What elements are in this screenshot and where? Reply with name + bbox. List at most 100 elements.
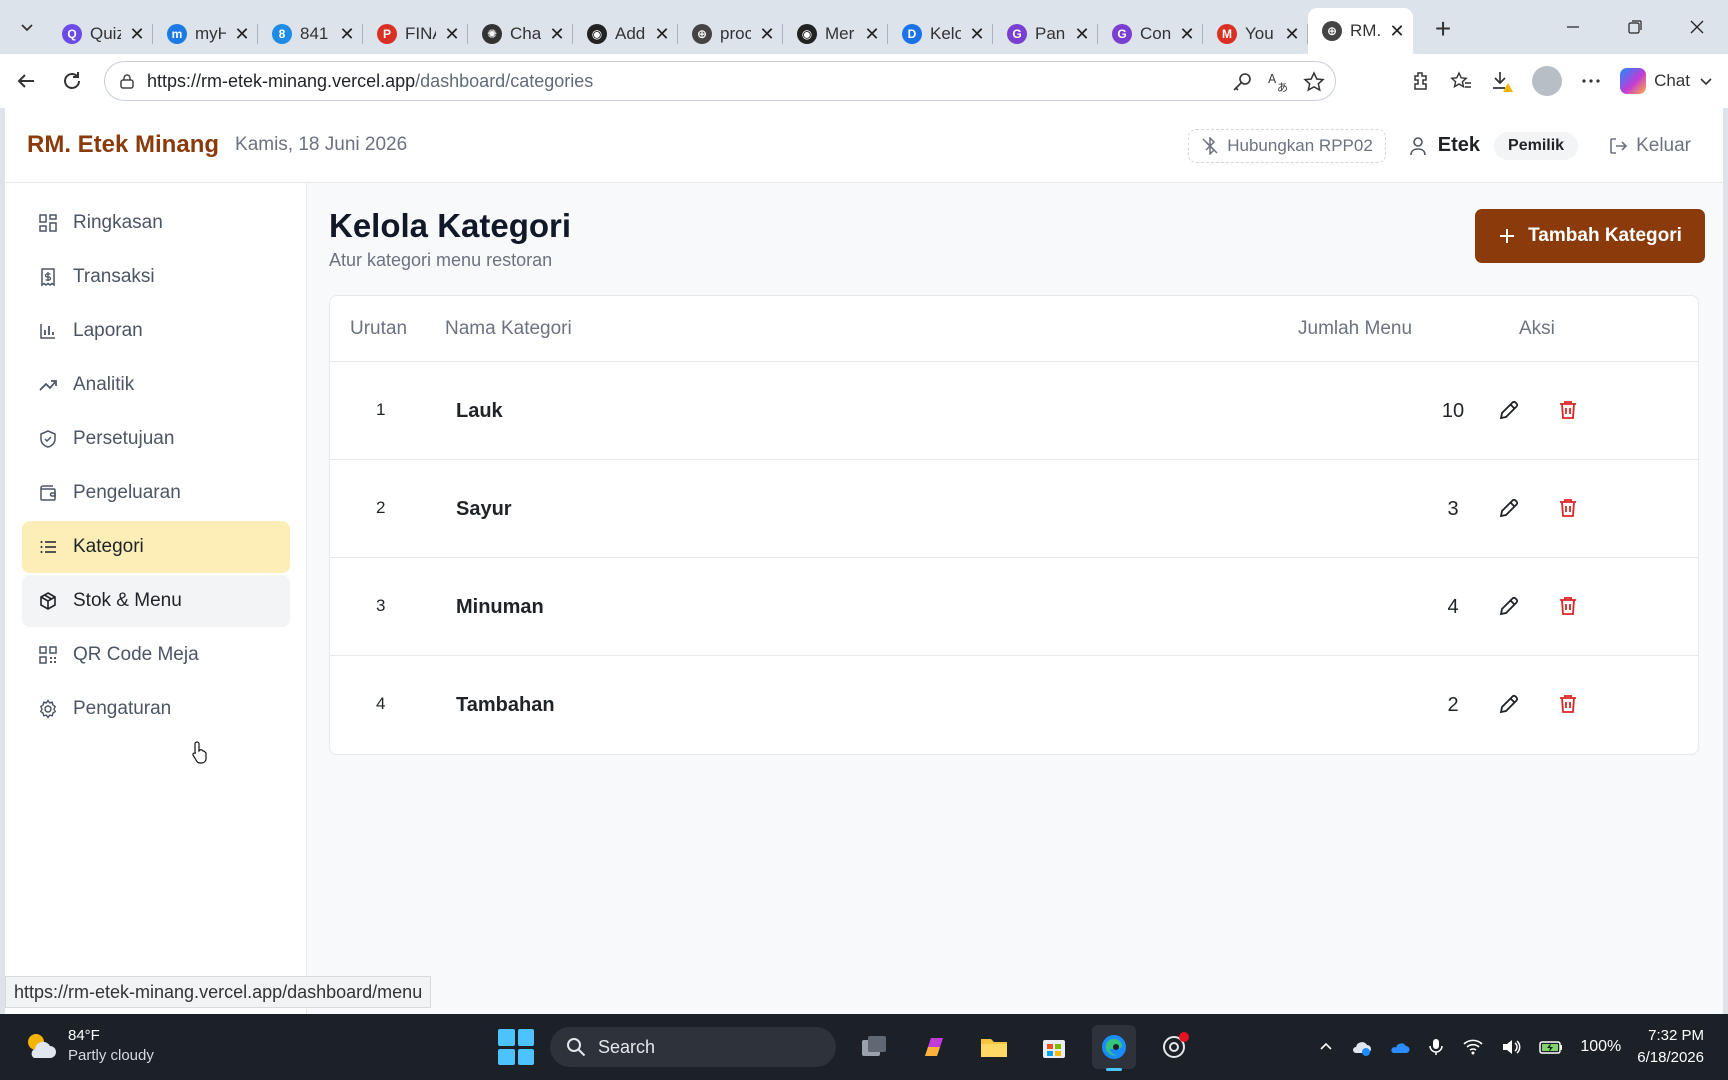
sidebar-item-label: Laporan xyxy=(73,320,143,341)
microphone-icon[interactable] xyxy=(1426,1037,1446,1057)
sidebar-item-laporan[interactable]: Laporan xyxy=(22,305,290,357)
key-icon[interactable] xyxy=(1231,71,1253,93)
close-tab-icon[interactable]: ✕ xyxy=(1074,24,1090,45)
clock[interactable]: 7:32 PM 6/18/2026 xyxy=(1637,1025,1704,1069)
brand-logo[interactable]: RM. Etek Minang xyxy=(27,131,219,159)
trash-icon[interactable] xyxy=(1556,692,1580,716)
grid-icon xyxy=(39,214,57,232)
back-button[interactable] xyxy=(6,61,46,101)
sidebar-item-ringkasan[interactable]: Ringkasan xyxy=(22,197,290,249)
copilot-app[interactable] xyxy=(912,1025,956,1069)
browser-tab[interactable]: m myH ✕ xyxy=(153,14,258,54)
sidebar-item-analitik[interactable]: Analitik xyxy=(22,359,290,411)
trash-icon[interactable] xyxy=(1556,398,1580,422)
close-tab-icon[interactable]: ✕ xyxy=(969,24,985,45)
browser-tab[interactable]: ⊕ proc ✕ xyxy=(678,14,783,54)
minimize-button[interactable] xyxy=(1542,0,1604,54)
edit-pencil-icon[interactable] xyxy=(1497,496,1521,520)
restore-button[interactable] xyxy=(1604,0,1666,54)
table-row: 4 Tambahan 2 xyxy=(330,656,1698,754)
browser-tab[interactable]: ⊕ RM. ✕ xyxy=(1308,8,1413,54)
browser-tab[interactable]: ◉ Mer ✕ xyxy=(783,14,888,54)
browser-tab[interactable]: G Pan ✕ xyxy=(993,14,1098,54)
address-bar[interactable]: https://rm-etek-minang.vercel.app/dashbo… xyxy=(104,61,1336,101)
sidebar-item-stok-menu[interactable]: Stok & Menu xyxy=(22,575,290,627)
taskbar-search[interactable]: Search xyxy=(550,1027,836,1067)
tab-title: FINA xyxy=(405,24,436,43)
close-tab-icon[interactable]: ✕ xyxy=(129,24,145,45)
close-window-button[interactable] xyxy=(1666,0,1728,54)
sidebar-item-qr-code-meja[interactable]: QR Code Meja xyxy=(22,629,290,681)
start-button[interactable] xyxy=(498,1029,534,1065)
translate-icon[interactable]: Aあ xyxy=(1267,71,1289,93)
close-tab-icon[interactable]: ✕ xyxy=(549,24,565,45)
more-options-icon[interactable] xyxy=(1580,70,1602,92)
reload-button[interactable] xyxy=(52,61,92,101)
trash-icon[interactable] xyxy=(1556,496,1580,520)
edit-pencil-icon[interactable] xyxy=(1497,594,1521,618)
close-tab-icon[interactable]: ✕ xyxy=(1389,21,1405,42)
wifi-icon[interactable] xyxy=(1462,1036,1484,1058)
extensions-icon[interactable] xyxy=(1410,70,1432,92)
browser-tab[interactable]: 8 841 ✕ xyxy=(258,14,363,54)
add-category-button[interactable]: Tambah Kategori xyxy=(1475,209,1705,263)
sidebar-item-pengaturan[interactable]: Pengaturan xyxy=(22,683,290,735)
categories-table: Urutan Nama Kategori Jumlah Menu Aksi 1 L… xyxy=(329,295,1699,755)
copilot-chat-button[interactable]: Chat xyxy=(1620,68,1714,94)
package-icon xyxy=(40,592,56,610)
browser-tab[interactable]: P FINA ✕ xyxy=(363,14,468,54)
close-tab-icon[interactable]: ✕ xyxy=(234,24,250,45)
browser-tab[interactable]: D Kelo ✕ xyxy=(888,14,993,54)
plus-icon xyxy=(1500,229,1515,243)
sidebar-item-transaksi[interactable]: Transaksi xyxy=(22,251,290,303)
file-explorer-app[interactable] xyxy=(972,1025,1016,1069)
globe-icon: ⊕ xyxy=(692,24,712,44)
browser-tab[interactable]: Q Quiz ✕ xyxy=(48,14,153,54)
connect-printer-button[interactable]: Hubungkan RPP02 xyxy=(1188,128,1386,163)
header-order: Urutan xyxy=(350,318,408,339)
chatgpt-app[interactable] xyxy=(1152,1025,1196,1069)
edit-pencil-icon[interactable] xyxy=(1497,692,1521,716)
star-icon[interactable] xyxy=(1303,71,1325,93)
chevron-up-icon[interactable] xyxy=(1318,1039,1334,1055)
favorites-icon[interactable] xyxy=(1450,70,1472,92)
browser-tab[interactable]: ◉ Add ✕ xyxy=(573,14,678,54)
close-tab-icon[interactable]: ✕ xyxy=(1284,24,1300,45)
close-tab-icon[interactable]: ✕ xyxy=(444,24,460,45)
browser-tab[interactable]: G Con ✕ xyxy=(1098,14,1203,54)
close-tab-icon[interactable]: ✕ xyxy=(654,24,670,45)
sidebar-item-persetujuan[interactable]: Persetujuan xyxy=(22,413,290,465)
header-actions: Aksi xyxy=(1519,318,1555,339)
close-tab-icon[interactable]: ✕ xyxy=(1179,24,1195,45)
tab-actions-menu-button[interactable] xyxy=(6,6,48,48)
downloads-warning-icon[interactable] xyxy=(1490,69,1514,93)
shield-check-icon xyxy=(40,430,56,448)
g-icon: G xyxy=(1007,24,1027,44)
cloud-sync-icon[interactable] xyxy=(1350,1036,1372,1058)
sidebar-item-pengeluaran[interactable]: Pengeluaran xyxy=(22,467,290,519)
close-tab-icon[interactable]: ✕ xyxy=(339,24,355,45)
profile-avatar[interactable] xyxy=(1532,66,1563,96)
weather-widget[interactable]: 84°F Partly cloudy xyxy=(22,1026,154,1066)
browser-tab[interactable]: ✺ Chat ✕ xyxy=(468,14,573,54)
new-tab-button[interactable]: + xyxy=(1423,9,1463,49)
category-order: 4 xyxy=(376,694,386,713)
close-tab-icon[interactable]: ✕ xyxy=(759,24,775,45)
trash-icon[interactable] xyxy=(1556,594,1580,618)
logout-button[interactable]: Keluar xyxy=(1608,135,1691,157)
store-app[interactable] xyxy=(1032,1025,1076,1069)
task-view-button[interactable] xyxy=(852,1025,896,1069)
onedrive-icon[interactable] xyxy=(1388,1036,1410,1058)
clock-date: 6/18/2026 xyxy=(1637,1049,1704,1066)
tab-title: Chat xyxy=(510,24,541,43)
sidebar-item-kategori[interactable]: Kategori xyxy=(22,521,290,573)
browser-tab[interactable]: M You ✕ xyxy=(1203,14,1308,54)
sidebar-item-label: Ringkasan xyxy=(73,212,163,233)
battery-charging-icon[interactable] xyxy=(1538,1036,1564,1058)
tab-list: QQuiz✕mmyH✕8841✕PFINA✕✺Chat✕◉Add✕⊕proc✕◉… xyxy=(48,0,1413,54)
volume-icon[interactable] xyxy=(1500,1036,1522,1058)
edit-pencil-icon[interactable] xyxy=(1497,398,1521,422)
edge-app[interactable] xyxy=(1092,1025,1136,1071)
github-icon: ◉ xyxy=(587,24,607,44)
close-tab-icon[interactable]: ✕ xyxy=(864,24,880,45)
